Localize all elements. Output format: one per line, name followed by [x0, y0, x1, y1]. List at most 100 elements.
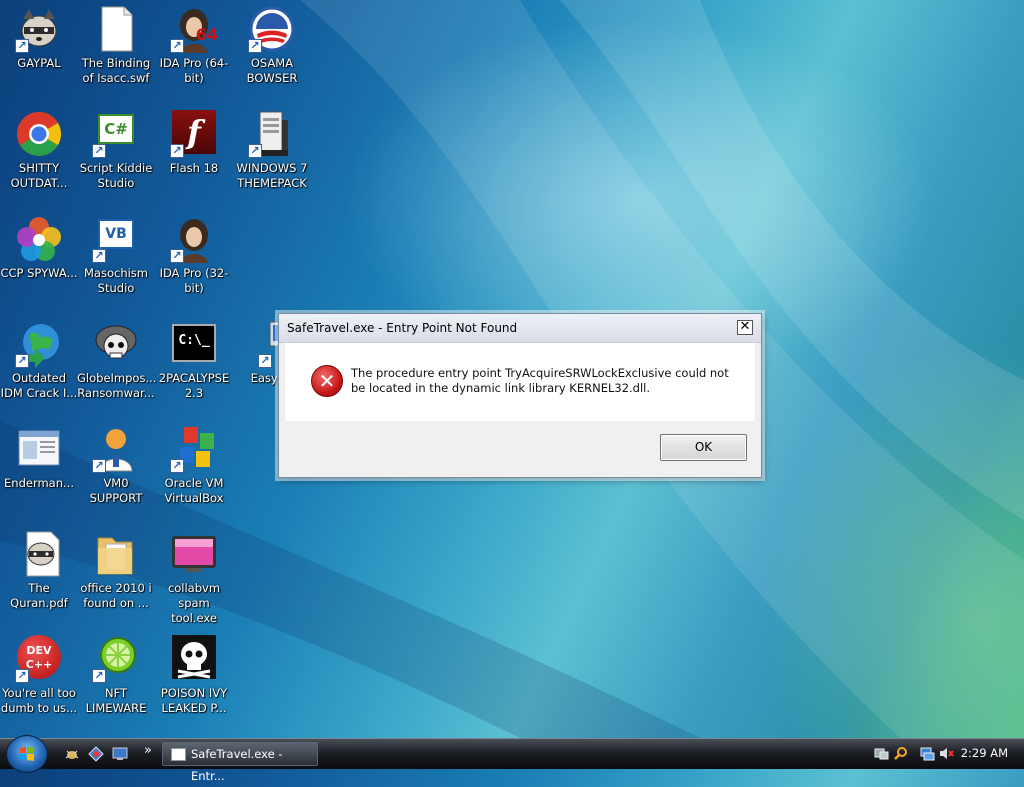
desktop-icon-label: office 2010 i found on ...	[80, 581, 152, 610]
ida-portrait-icon: ↗	[170, 215, 218, 263]
desktop-icon-office-2010[interactable]: office 2010 i found on ...	[77, 530, 155, 611]
desktop-icon-collabvm-spam-tool[interactable]: collabvm spam tool.exe	[155, 530, 233, 626]
quicklaunch-shield-icon[interactable]	[88, 746, 104, 762]
desktop-icon-label: OSAMA BOWSER	[246, 56, 298, 85]
desktop-icon-oracle-vm-virtualbox[interactable]: ↗ Oracle VM VirtualBox	[155, 425, 233, 506]
tray-monitor-icon[interactable]	[920, 746, 935, 761]
desktop-icon-enderman[interactable]: Enderman...	[0, 425, 78, 491]
desktop-icon-label: NFT LIMEWARE	[85, 686, 147, 715]
error-message: The procedure entry point TryAcquireSRWL…	[351, 366, 729, 395]
desktop-icon-dev-cpp[interactable]: DEV C++ ↗ You're all too dumb to us...	[0, 635, 78, 716]
desktop-icon-ida-pro-32[interactable]: ↗ IDA Pro (32-bit)	[155, 215, 233, 296]
quicklaunch-bug-icon[interactable]	[64, 746, 80, 762]
tray-network-icon[interactable]	[874, 746, 889, 761]
window-app-icon	[171, 748, 186, 761]
desktop-icon-label: IDA Pro (32-bit)	[159, 266, 229, 295]
desktop-icon-label: Outdated IDM Crack I...	[0, 371, 78, 400]
windows-logo-icon	[20, 747, 34, 761]
desktop-icon-osama-bowser[interactable]: ↗ OSAMA BOWSER	[233, 5, 311, 86]
shortcut-arrow-icon: ↗	[170, 459, 184, 473]
desktop-icon-vm0-support[interactable]: ↗ VM0 SUPPORT	[77, 425, 155, 506]
desktop-icon-label: Masochism Studio	[84, 266, 148, 295]
error-dialog: SafeTravel.exe - Entry Point Not Found ✕…	[278, 313, 762, 478]
desktop-icon-flash-18[interactable]: f ↗ Flash 18	[155, 110, 233, 176]
quicklaunch-overflow-icon[interactable]: »	[144, 743, 152, 758]
shortcut-arrow-icon: ↗	[170, 144, 184, 158]
obama-logo-icon: ↗	[248, 5, 296, 53]
desktop-icon-globeimposter-ransomware[interactable]: GlobeImpos... Ransomwar...	[77, 320, 156, 401]
winrar-archive-icon: ↗	[248, 110, 296, 158]
desktop-icon-label: Script Kiddie Studio	[79, 161, 153, 190]
dev-cpp-icon: DEV C++ ↗	[15, 635, 63, 683]
desktop-icon-binding-of-isaac[interactable]: The Binding of Isacc.swf	[77, 5, 155, 86]
desktop-icon-label: SHITTY OUTDAT...	[10, 161, 68, 190]
dialog-title-bar[interactable]: SafeTravel.exe - Entry Point Not Found ✕	[279, 314, 761, 343]
ida-64-badge: 64	[195, 25, 218, 44]
support-person-icon: ↗	[92, 425, 140, 473]
desktop-icon-label: VM0 SUPPORT	[89, 476, 143, 505]
dialog-title: SafeTravel.exe - Entry Point Not Found	[287, 321, 518, 335]
skull-icon	[170, 635, 218, 683]
desktop-icon-outdated-idm-crack[interactable]: ↗ Outdated IDM Crack I...	[0, 320, 78, 401]
desktop-icon-script-kiddie-studio[interactable]: C# ↗ Script Kiddie Studio	[77, 110, 155, 191]
shortcut-arrow-icon: ↗	[92, 249, 106, 263]
taskbar: » SafeTravel.exe - Entr... 2:29 AM	[0, 735, 1024, 783]
desktop-icon-nft-limeware[interactable]: ↗ NFT LIMEWARE	[77, 635, 155, 716]
command-prompt-icon: C:\_	[170, 320, 218, 368]
error-icon: ✕	[311, 365, 343, 397]
quicklaunch-desktop-icon[interactable]	[112, 746, 128, 762]
desktop-icon-the-quran-pdf[interactable]: The Quran.pdf	[0, 530, 78, 611]
taskbar-button-label: SafeTravel.exe - Entr...	[191, 747, 283, 783]
raccoon-icon: ↗	[15, 5, 63, 53]
desktop-icon-poison-ivy[interactable]: POISON IVY LEAKED P...	[155, 635, 233, 716]
desktop-icon-gaypal[interactable]: ↗ GAYPAL	[0, 5, 78, 71]
desktop-icon-2pacalypse[interactable]: C:\_ 2PACALYPSE 2.3	[155, 320, 233, 401]
desktop-icon-label: IDA Pro (64-bit)	[159, 56, 229, 85]
shortcut-arrow-icon: ↗	[92, 459, 106, 473]
virtualbox-icon: ↗	[170, 425, 218, 473]
shortcut-arrow-icon: ↗	[15, 354, 29, 368]
window-document-icon	[15, 425, 63, 473]
shortcut-arrow-icon: ↗	[248, 39, 262, 53]
shortcut-arrow-icon: ↗	[258, 354, 272, 368]
desktop-icon-label: Enderman...	[4, 476, 74, 490]
desktop-icon-label: WINDOWS 7 THEMEPACK	[236, 161, 308, 190]
desktop-icon-label: Oracle VM VirtualBox	[164, 476, 224, 505]
folder-icon	[92, 530, 140, 578]
idm-globe-icon: ↗	[15, 320, 63, 368]
colorful-flower-icon	[15, 215, 63, 263]
desktop-icon-ida-pro-64[interactable]: 64 ↗ IDA Pro (64-bit)	[155, 5, 233, 86]
desktop-icon-label: GAYPAL	[17, 56, 61, 70]
dialog-body: ✕ The procedure entry point TryAcquireSR…	[285, 343, 755, 421]
desktop-icon-label: POISON IVY LEAKED P...	[160, 686, 228, 715]
raccoon-document-icon	[15, 530, 63, 578]
csharp-icon: C# ↗	[92, 110, 140, 158]
flash-icon: f ↗	[170, 110, 218, 158]
vb-icon: VB ↗	[92, 215, 140, 263]
desktop-icon-label: The Quran.pdf	[10, 581, 68, 610]
desktop-icon-masochism-studio[interactable]: VB ↗ Masochism Studio	[77, 215, 155, 296]
tv-screen-icon	[170, 530, 218, 578]
desktop-icon-label: 2PACALYPSE 2.3	[158, 371, 230, 400]
ok-button[interactable]: OK	[660, 434, 747, 461]
desktop-icon-shitty-outdated[interactable]: SHITTY OUTDAT...	[0, 110, 78, 191]
desktop-icon-label: The Binding of Isacc.swf	[81, 56, 151, 85]
close-button[interactable]: ✕	[737, 320, 753, 335]
desktop-icon-windows-7-themepack[interactable]: ↗ WINDOWS 7 THEMEPACK	[233, 110, 311, 191]
shortcut-arrow-icon: ↗	[15, 669, 29, 683]
clock[interactable]: 2:29 AM	[961, 746, 1008, 760]
chrome-icon	[15, 110, 63, 158]
shortcut-arrow-icon: ↗	[248, 144, 262, 158]
desktop-icon-ccp-spyware[interactable]: CCP SPYWA...	[0, 215, 78, 281]
blank-document-icon	[92, 5, 140, 53]
desktop-icon-label: CCP SPYWA...	[0, 266, 78, 280]
tray-search-icon[interactable]	[893, 746, 908, 761]
start-button[interactable]	[6, 735, 48, 773]
shortcut-arrow-icon: ↗	[92, 669, 106, 683]
desktop-icon-label: collabvm spam tool.exe	[167, 581, 221, 625]
shortcut-arrow-icon: ↗	[15, 39, 29, 53]
tray-volume-muted-icon[interactable]	[939, 746, 954, 761]
taskbar-button-safetravel[interactable]: SafeTravel.exe - Entr...	[162, 742, 318, 783]
desktop-icon-label: You're all too dumb to us...	[0, 686, 78, 715]
close-icon: ✕	[739, 319, 751, 334]
